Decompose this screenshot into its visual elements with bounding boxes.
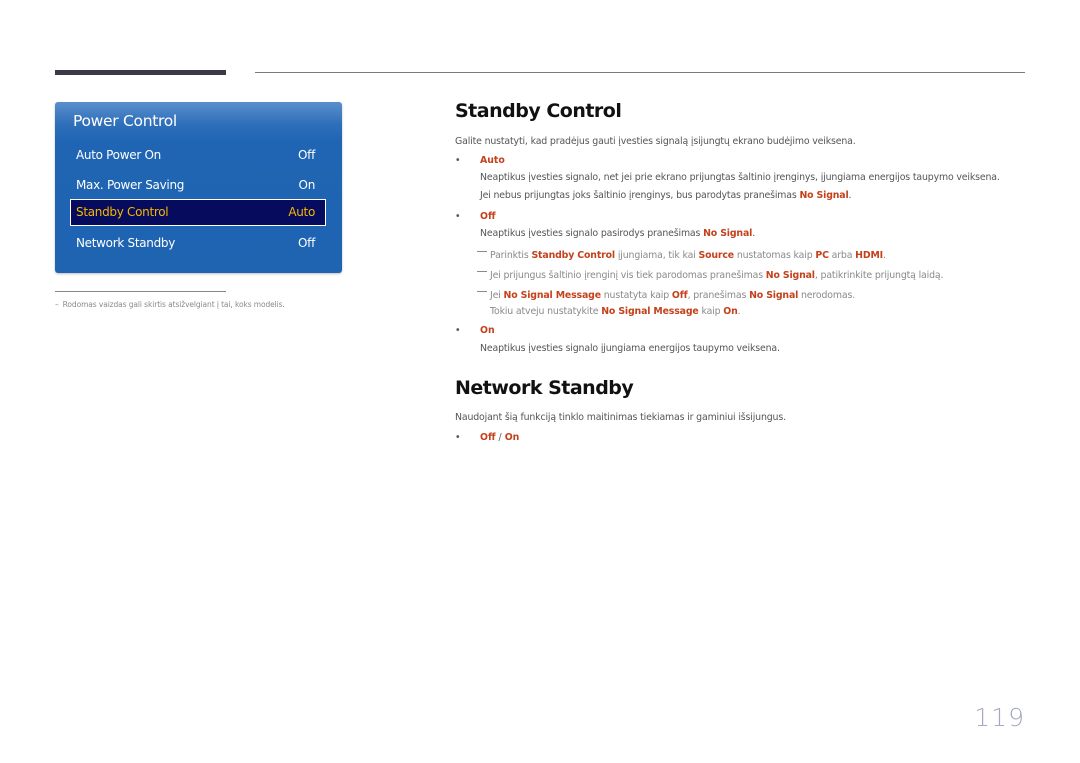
note-no-signal-message: Jei No Signal Message nustatyta kaip Off… (477, 290, 855, 301)
menu-item-auto-power-on[interactable]: Auto Power On Off (70, 142, 326, 169)
section-title-standby-control: Standby Control (455, 100, 622, 122)
menu-title: Power Control (73, 112, 177, 130)
highlight: HDMI (855, 250, 884, 261)
bullet-icon: • (455, 211, 461, 222)
highlight: Off (671, 290, 688, 301)
text: . (737, 306, 741, 317)
bullet-icon: • (455, 155, 461, 166)
text: nustatyta kaip (600, 290, 672, 301)
highlight: PC (815, 250, 829, 261)
auto-description-2: Jei nebus prijungtas joks šaltinio įreng… (480, 190, 852, 201)
note-dash-icon (477, 291, 487, 292)
page-number: 119 (974, 703, 1025, 732)
menu-item-value: Off (298, 236, 315, 250)
auto-description-1: Neaptikus įvesties signalo, net jei prie… (480, 172, 1000, 183)
note-check-cable: Jei prijungus šaltinio įrenginį vis tiek… (477, 270, 943, 281)
text: Tokiu atveju nustatykite (490, 306, 602, 317)
on-description: Neaptikus įvesties signalo įjungiama ene… (480, 343, 780, 354)
separator: / (495, 432, 505, 443)
note-dash-icon (477, 251, 487, 252)
highlight: No Signal Message (601, 306, 699, 317)
menu-item-max-power-saving[interactable]: Max. Power Saving On (70, 172, 326, 199)
section-title-network-standby: Network Standby (455, 377, 634, 399)
text: . (883, 250, 886, 261)
text: Neaptikus įvesties signalo pasirodys pra… (480, 228, 704, 239)
option-off-label: Off (480, 432, 496, 443)
highlight: Source (698, 250, 735, 261)
highlight: On (723, 306, 738, 317)
option-on-label: On (504, 432, 520, 443)
note-source: Parinktis Standby Control įjungiama, tik… (477, 250, 886, 261)
menu-item-label: Standby Control (76, 205, 169, 219)
footnote: – Rodomas vaizdas gali skirtis atsižvelgi… (55, 300, 285, 309)
note-dash-icon (477, 271, 487, 272)
text: kaip (698, 306, 724, 317)
menu-item-value: On (298, 178, 316, 192)
off-description: Neaptikus įvesties signalo pasirodys pra… (480, 228, 755, 239)
standby-intro: Galite nustatyti, kad pradėjus gauti įve… (455, 136, 856, 147)
highlight: No Signal Message (503, 290, 602, 301)
highlight: No Signal (749, 290, 799, 301)
note-no-signal-message-cont: Tokiu atveju nustatykite No Signal Messa… (490, 306, 741, 317)
highlight-no-signal: No Signal (799, 190, 849, 201)
text: . (752, 228, 756, 239)
header-bar-thick (55, 70, 226, 75)
footnote-text: Rodomas vaizdas gali skirtis atsižvelgia… (62, 300, 285, 309)
highlight: Standby Control (531, 250, 615, 261)
footnote-divider (55, 291, 226, 292)
option-label: Auto (480, 155, 505, 166)
bullet-icon: • (455, 325, 461, 336)
header-rule (255, 72, 1025, 73)
menu-item-label: Network Standby (76, 236, 176, 250)
menu-item-network-standby[interactable]: Network Standby Off (70, 230, 326, 257)
text: nerodomas. (798, 290, 856, 301)
bullet-icon: • (455, 432, 461, 443)
menu-item-label: Max. Power Saving (76, 178, 185, 192)
text: , patikrinkite prijungtą laidą. (814, 270, 944, 281)
highlight: No Signal (765, 270, 815, 281)
menu-item-label: Auto Power On (76, 148, 161, 162)
text: arba (828, 250, 856, 261)
text: Parinktis (490, 250, 532, 261)
option-label: Off / On (480, 432, 519, 443)
footnote-dash: – (55, 300, 59, 309)
text: nustatomas kaip (734, 250, 816, 261)
network-intro: Naudojant šią funkciją tinklo maitinimas… (455, 412, 786, 423)
text: , pranešimas (687, 290, 750, 301)
text: Jei (490, 290, 504, 301)
menu-item-standby-control[interactable]: Standby Control Auto (70, 199, 326, 226)
option-label: On (480, 325, 495, 336)
menu-item-value: Auto (288, 205, 315, 219)
option-label: Off (480, 211, 496, 222)
text: Jei prijungus šaltinio įrenginį vis tiek… (490, 270, 766, 281)
power-control-menu: Power Control Auto Power On Off Max. Pow… (55, 102, 342, 273)
highlight-no-signal: No Signal (703, 228, 753, 239)
text: . (848, 190, 852, 201)
text: įjungiama, tik kai (615, 250, 699, 261)
menu-item-value: Off (298, 148, 315, 162)
text: Jei nebus prijungtas joks šaltinio įreng… (480, 190, 800, 201)
